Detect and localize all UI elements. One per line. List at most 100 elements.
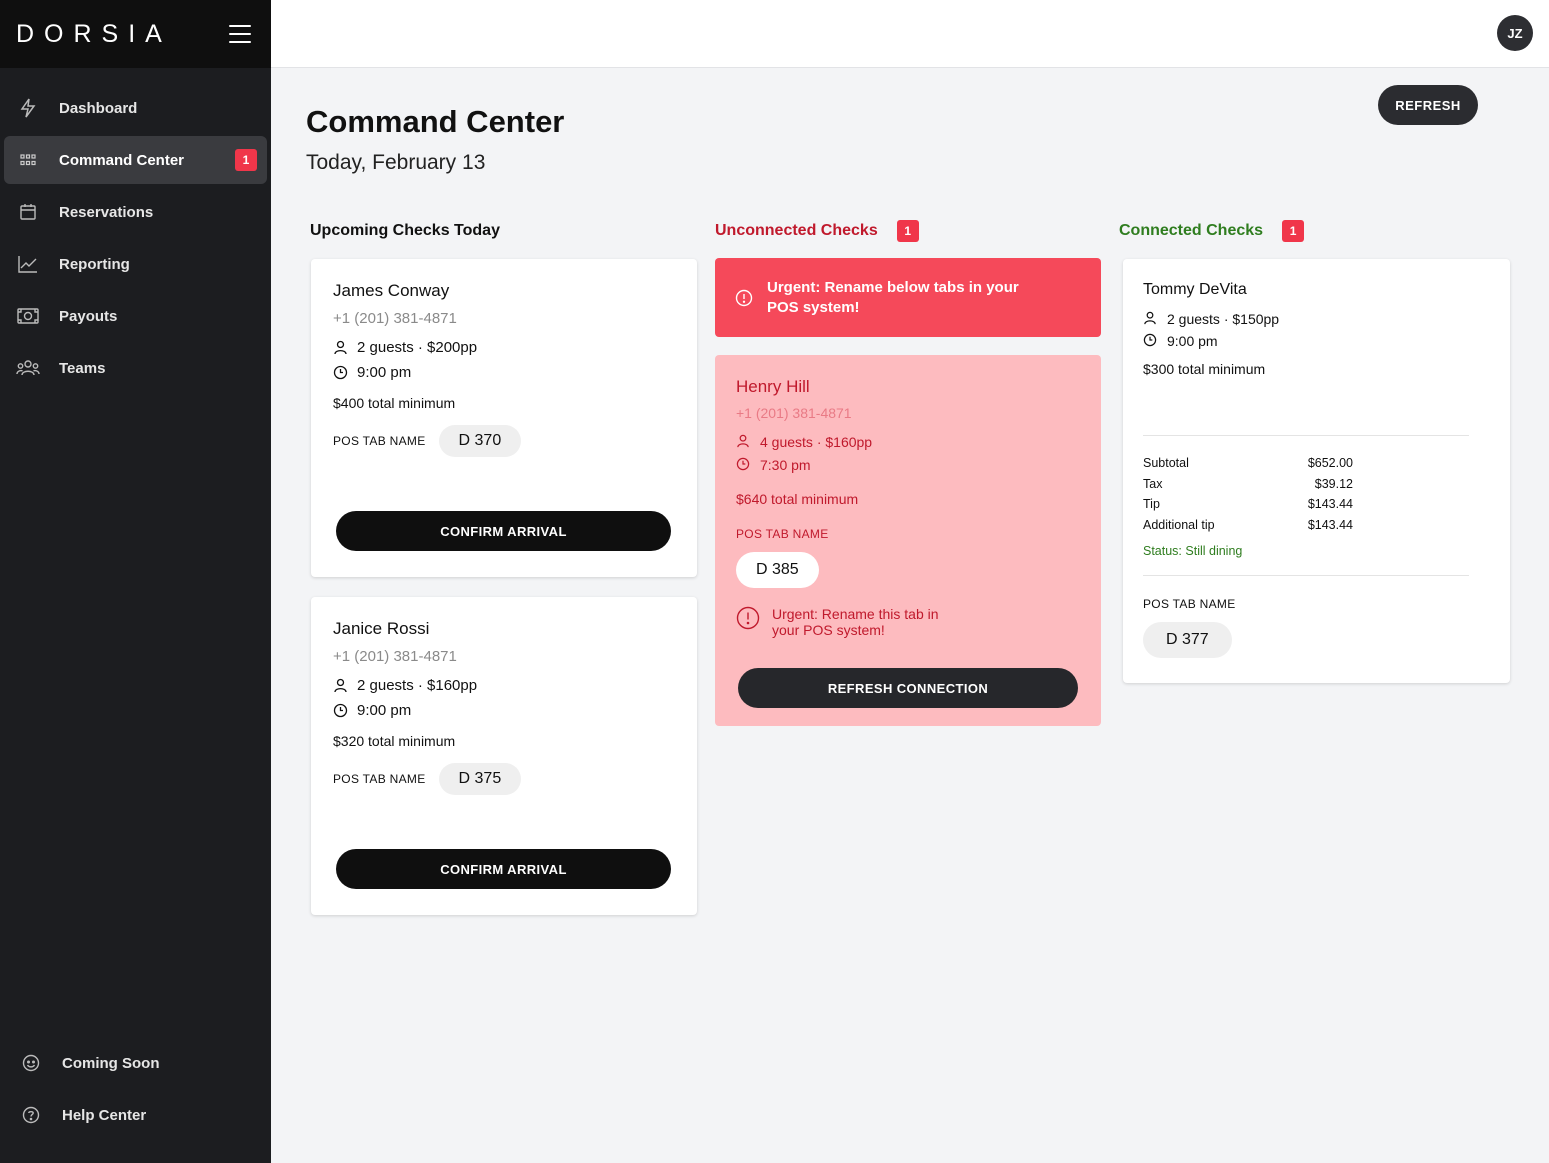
sidebar-item-dashboard[interactable]: Dashboard <box>4 84 267 132</box>
pos-tab-pill: D 385 <box>736 552 819 588</box>
guest-name: Tommy DeVita <box>1143 281 1247 298</box>
page-date: Today, February 13 <box>306 151 486 174</box>
notification-badge: 1 <box>235 149 257 171</box>
count-badge: 1 <box>1282 220 1305 242</box>
refresh-button[interactable]: REFRESH <box>1378 85 1478 125</box>
sidebar-item-payouts[interactable]: Payouts <box>4 292 267 340</box>
clock-icon <box>736 457 752 473</box>
summary-row-tax: Tax $39.12 <box>1143 474 1510 495</box>
summary-label: Subtotal <box>1143 456 1189 471</box>
guest-count-row: 2 guests · $150pp <box>1143 311 1510 327</box>
summary-label: Additional tip <box>1143 517 1215 532</box>
pos-tab-row: POS TAB NAME D 370 <box>333 425 697 457</box>
urgent-banner: Urgent: Rename below tabs in your POS sy… <box>715 258 1101 337</box>
pos-tab-label: POS TAB NAME <box>333 434 426 448</box>
sidebar-item-coming-soon[interactable]: Coming Soon <box>4 1039 267 1087</box>
person-icon <box>333 340 349 356</box>
summary-value: $652.00 <box>1307 456 1353 471</box>
sidebar-item-label: Teams <box>59 359 106 377</box>
guest-phone: +1 (201) 381-4871 <box>333 310 457 327</box>
topbar: JZ <box>271 0 1549 68</box>
sidebar-item-label: Reporting <box>59 255 130 273</box>
rename-warning: Urgent: Rename this tab in your POS syst… <box>736 606 1101 638</box>
confirm-arrival-button[interactable]: CONFIRM ARRIVAL <box>336 511 671 551</box>
reservation-time: 9:00 pm <box>357 702 412 719</box>
grid-icon <box>16 148 40 172</box>
guest-phone: +1 (201) 381-4871 <box>333 648 457 665</box>
sidebar-item-label: Help Center <box>62 1106 147 1124</box>
divider <box>1143 575 1469 576</box>
sidebar-item-label: Command Center <box>59 151 185 169</box>
summary-row-additional-tip: Additional tip $143.44 <box>1143 515 1510 536</box>
divider <box>1143 435 1469 436</box>
reservation-time-row: 9:00 pm <box>333 702 697 719</box>
sidebar-bottom-nav: Coming Soon Help Center <box>0 1039 271 1143</box>
alert-icon <box>735 289 753 307</box>
check-summary: Subtotal $652.00 Tax $39.12 Tip $143.44 … <box>1143 453 1510 535</box>
check-status: Status: Still dining <box>1143 544 1243 558</box>
guest-count: 4 guests · $160pp <box>760 434 873 450</box>
pos-tab-label: POS TAB NAME <box>736 527 829 541</box>
clock-icon <box>333 365 349 381</box>
sidebar-item-reporting[interactable]: Reporting <box>4 240 267 288</box>
sidebar-item-command-center[interactable]: Command Center 1 <box>4 136 267 184</box>
upcoming-check-card: James Conway +1 (201) 381-4871 2 guests … <box>311 259 697 577</box>
heading-label: Connected Checks <box>1119 222 1264 239</box>
summary-label: Tax <box>1143 476 1163 491</box>
sidebar-item-label: Reservations <box>59 203 154 221</box>
help-icon <box>19 1103 43 1127</box>
upcoming-check-card: Janice Rossi +1 (201) 381-4871 2 guests … <box>311 597 697 915</box>
sidebar-item-label: Dashboard <box>59 99 138 117</box>
upcoming-checks-heading: Upcoming Checks Today <box>310 220 500 242</box>
guest-phone: +1 (201) 381-4871 <box>736 405 852 421</box>
guest-name: Janice Rossi <box>333 619 430 638</box>
guest-count-row: 2 guests · $200pp <box>333 339 697 356</box>
person-icon <box>333 678 349 694</box>
reservation-time-row: 7:30 pm <box>736 457 1101 473</box>
clock-icon <box>1143 333 1159 349</box>
brand-bar: DORSIA <box>0 0 271 68</box>
guest-name: Henry Hill <box>736 377 810 396</box>
reservation-time: 7:30 pm <box>760 457 811 473</box>
confirm-arrival-button[interactable]: CONFIRM ARRIVAL <box>336 849 671 889</box>
summary-value: $143.44 <box>1307 517 1353 532</box>
refresh-connection-button[interactable]: REFRESH CONNECTION <box>738 668 1078 708</box>
team-icon <box>16 356 40 380</box>
total-minimum: $300 total minimum <box>1143 361 1266 377</box>
bolt-icon <box>16 96 40 120</box>
heading-label: Unconnected Checks <box>715 222 878 239</box>
rename-warning-text: Urgent: Rename this tab in your POS syst… <box>772 606 939 638</box>
person-icon <box>1143 311 1159 327</box>
sidebar-item-label: Coming Soon <box>62 1054 160 1072</box>
guest-name: James Conway <box>333 281 450 300</box>
summary-value: $39.12 <box>1314 476 1353 491</box>
sidebar-item-label: Payouts <box>59 307 118 325</box>
guest-count: 2 guests · $200pp <box>357 339 478 356</box>
emoji-icon <box>19 1051 43 1075</box>
sidebar-item-reservations[interactable]: Reservations <box>4 188 267 236</box>
calendar-icon <box>16 200 40 224</box>
total-minimum: $640 total minimum <box>736 491 859 507</box>
alert-icon <box>736 606 760 630</box>
sidebar-item-help-center[interactable]: Help Center <box>4 1091 267 1139</box>
total-minimum: $400 total minimum <box>333 395 456 411</box>
summary-row-tip: Tip $143.44 <box>1143 494 1510 515</box>
sidebar-nav: Dashboard Command Center 1 Reservations … <box>0 68 271 392</box>
clock-icon <box>333 703 349 719</box>
guest-count: 2 guests · $160pp <box>357 677 478 694</box>
user-avatar[interactable]: JZ <box>1497 15 1533 51</box>
sidebar-item-teams[interactable]: Teams <box>4 344 267 392</box>
guest-count: 2 guests · $150pp <box>1167 311 1280 327</box>
pos-tab-pill: D 375 <box>438 763 522 795</box>
pos-tab-pill: D 377 <box>1143 622 1232 658</box>
reservation-time-row: 9:00 pm <box>1143 333 1510 349</box>
reservation-time: 9:00 pm <box>357 364 412 381</box>
heading-label: Upcoming Checks Today <box>310 222 500 239</box>
pos-tab-label: POS TAB NAME <box>1143 597 1236 611</box>
brand-logo: DORSIA <box>16 19 172 48</box>
page-title: Command Center <box>306 104 565 139</box>
hamburger-menu-icon[interactable] <box>229 25 251 43</box>
summary-row-subtotal: Subtotal $652.00 <box>1143 453 1510 474</box>
cash-icon <box>16 304 40 328</box>
total-minimum: $320 total minimum <box>333 733 456 749</box>
